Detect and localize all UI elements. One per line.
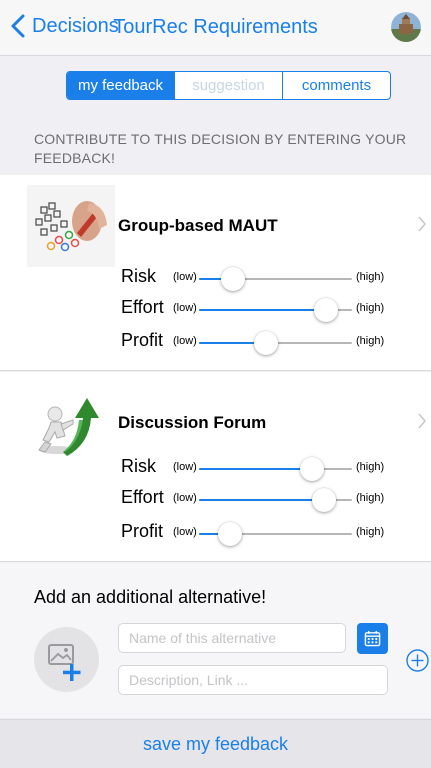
slider-track[interactable] — [199, 457, 352, 481]
slider-risk[interactable]: Risk (low) (high) — [121, 262, 401, 292]
slider-label: Profit — [121, 521, 164, 541]
slider-low-label: (low) — [173, 461, 197, 473]
slider-high-label: (high) — [356, 335, 385, 347]
add-image-icon — [48, 644, 81, 681]
slider-high-label: (high) — [356, 526, 385, 538]
slider-thumb[interactable] — [217, 522, 242, 546]
slider-track[interactable] — [199, 267, 352, 291]
avatar[interactable] — [391, 12, 421, 42]
chevron-right-icon — [418, 216, 426, 232]
slider-thumb[interactable] — [312, 488, 337, 512]
slider-fill — [199, 468, 313, 470]
calendar-icon — [364, 630, 381, 647]
decision-title: Discussion Forum — [118, 408, 304, 438]
add-alternative-title: Add an additional alternative! — [34, 587, 267, 607]
alternative-description-field[interactable] — [118, 665, 388, 695]
add-alternative-section: Add an additional alternative! — [0, 563, 431, 718]
slider-track[interactable] — [199, 298, 352, 322]
slider-fill — [199, 309, 326, 311]
slider-thumb[interactable] — [313, 298, 338, 322]
page-title: TourRec Requirements — [113, 16, 318, 38]
decision-card-discussion-forum[interactable]: Discussion Forum Risk (low) (high) Effor… — [0, 372, 431, 562]
slider-risk[interactable]: Risk (low) (high) — [121, 452, 401, 482]
save-feedback-button[interactable]: save my feedback — [143, 734, 288, 755]
alternative-name-field[interactable] — [118, 623, 346, 653]
slider-low-label: (low) — [173, 271, 197, 283]
slider-low-label: (low) — [173, 492, 197, 504]
growth-arrow-image — [27, 382, 115, 464]
slider-thumb[interactable] — [300, 457, 325, 481]
slider-label: Profit — [121, 330, 164, 350]
slider-thumb[interactable] — [220, 267, 245, 291]
slider-high-label: (high) — [356, 461, 385, 473]
slider-low-label: (low) — [173, 526, 197, 538]
decision-title: Group-based MAUT — [118, 211, 304, 241]
calendar-button[interactable] — [357, 623, 388, 654]
slider-thumb[interactable] — [254, 331, 279, 355]
bottom-bar: save my feedback — [0, 719, 431, 768]
slider-effort[interactable]: Effort (low) (high) — [121, 483, 401, 513]
slider-fill — [199, 499, 325, 501]
slider-label: Risk — [121, 456, 156, 476]
feedback-segmented-control: my feedback suggestion comments — [66, 71, 391, 100]
slider-profit[interactable]: Profit (low) (high) — [121, 326, 401, 356]
tab-comments[interactable]: comments — [282, 72, 390, 99]
slider-track[interactable] — [199, 331, 352, 355]
tab-my-feedback[interactable]: my feedback — [67, 72, 174, 99]
slider-low-label: (low) — [173, 302, 197, 314]
slider-low-label: (low) — [173, 335, 197, 347]
slider-profit[interactable]: Profit (low) (high) — [121, 517, 401, 547]
checklist-image — [27, 185, 115, 267]
tab-suggestion[interactable]: suggestion — [174, 72, 282, 99]
slider-high-label: (high) — [356, 492, 385, 504]
slider-track[interactable] — [199, 522, 352, 546]
slider-track[interactable] — [199, 488, 352, 512]
plus-circle-icon[interactable] — [406, 649, 429, 672]
slider-label: Effort — [121, 487, 164, 507]
slider-label: Risk — [121, 266, 156, 286]
decision-card-group-based-maut[interactable]: Group-based MAUT Risk (low) (high) Effor… — [0, 175, 431, 371]
slider-high-label: (high) — [356, 302, 385, 314]
slider-effort[interactable]: Effort (low) (high) — [121, 293, 401, 323]
slider-label: Effort — [121, 297, 164, 317]
section-caption: CONTRIBUTE TO THIS DECISION BY ENTERING … — [34, 131, 407, 166]
navigation-bar: Decisions TourRec Requirements — [0, 0, 431, 56]
slider-high-label: (high) — [356, 271, 385, 283]
add-image-button[interactable] — [34, 627, 99, 692]
chevron-right-icon — [418, 413, 426, 429]
